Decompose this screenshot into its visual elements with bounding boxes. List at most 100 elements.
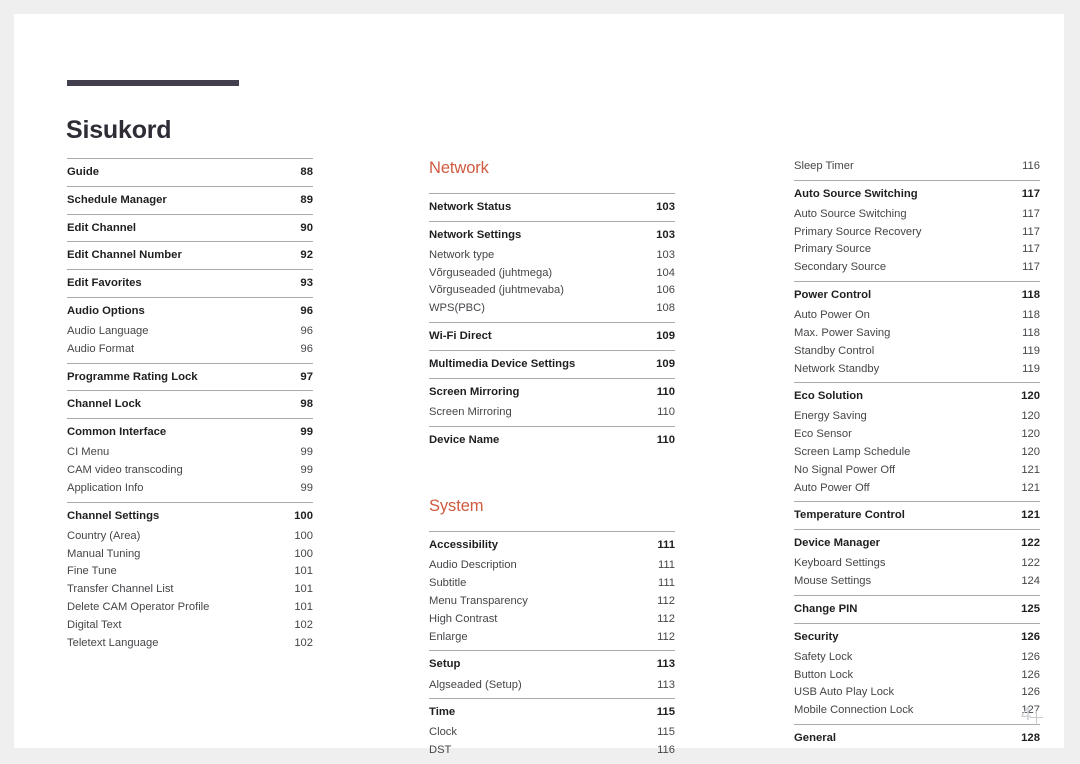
- toc-entry-label: WPS(PBC): [429, 302, 485, 315]
- toc-entry-page-number: 99: [300, 481, 313, 494]
- toc-section-row[interactable]: Edit Channel 90: [67, 215, 313, 242]
- toc-section-row[interactable]: Auto Source Switching 117: [794, 181, 1040, 206]
- toc-section-row[interactable]: Network Status 103: [429, 194, 675, 221]
- toc-subentry-row[interactable]: Audio Description 111: [429, 557, 675, 575]
- toc-subentry-row[interactable]: Võrguseaded (juhtmega) 104: [429, 265, 675, 283]
- toc-section-row[interactable]: Channel Lock 98: [67, 391, 313, 418]
- toc-group: Audio Options 96 Audio Language 96 Audio For…: [67, 296, 313, 363]
- toc-subentry-row[interactable]: CAM video transcoding 99: [67, 462, 313, 480]
- toc-entry-page-number: 103: [656, 228, 675, 241]
- toc-section-row[interactable]: Power Control 118: [794, 282, 1040, 307]
- toc-entry-page-number: 120: [1021, 410, 1040, 423]
- toc-subentry-row[interactable]: Auto Power Off 121: [794, 480, 1040, 502]
- toc-entry-label: Power Control: [794, 289, 872, 302]
- toc-entry-label: Screen Mirroring: [429, 385, 520, 398]
- toc-subentry-row[interactable]: No Signal Power Off 121: [794, 462, 1040, 480]
- toc-section-row[interactable]: Edit Favorites 93: [67, 270, 313, 297]
- toc-section-row[interactable]: Wi-Fi Direct 109: [429, 323, 675, 350]
- toc-group: Guide 88: [67, 158, 313, 186]
- toc-subentry-row[interactable]: CI Menu 99: [67, 444, 313, 462]
- toc-subentry-row[interactable]: Standby Control 119: [794, 343, 1040, 361]
- toc-section-row[interactable]: Common Interface 99: [67, 419, 313, 444]
- toc-subentry-row[interactable]: Manual Tuning 100: [67, 546, 313, 564]
- toc-subentry-row[interactable]: High Contrast 112: [429, 611, 675, 629]
- toc-group: Sleep Timer 116: [794, 158, 1040, 180]
- toc-subentry-row[interactable]: Menu Transparency 112: [429, 593, 675, 611]
- toc-entry-label: Accessibility: [429, 539, 499, 552]
- toc-section-row[interactable]: Schedule Manager 89: [67, 187, 313, 214]
- toc-subentry-row[interactable]: Screen Lamp Schedule 120: [794, 444, 1040, 462]
- toc-subentry-row[interactable]: Enlarge 112: [429, 629, 675, 651]
- toc-entry-label: Device Manager: [794, 537, 881, 550]
- toc-subentry-row[interactable]: USB Auto Play Lock 126: [794, 684, 1040, 702]
- toc-subentry-row[interactable]: Safety Lock 126: [794, 649, 1040, 667]
- toc-entry-page-number: 113: [657, 678, 675, 691]
- toc-subentry-row[interactable]: Country (Area) 100: [67, 528, 313, 546]
- toc-subentry-row[interactable]: Eco Sensor 120: [794, 426, 1040, 444]
- toc-subentry-row[interactable]: Sleep Timer 116: [794, 158, 1040, 180]
- toc-subentry-row[interactable]: Network Standby 119: [794, 361, 1040, 383]
- toc-entry-label: Auto Power Off: [794, 481, 870, 494]
- toc-section-row[interactable]: Temperature Control 121: [794, 502, 1040, 529]
- toc-entry-page-number: 119: [1022, 362, 1040, 375]
- toc-subentry-row[interactable]: Mouse Settings 124: [794, 573, 1040, 595]
- toc-subentry-row[interactable]: Auto Power On 118: [794, 307, 1040, 325]
- toc-subentry-row[interactable]: Audio Format 96: [67, 341, 313, 363]
- toc-subentry-row[interactable]: Keyboard Settings 122: [794, 555, 1040, 573]
- toc-entry-page-number: 112: [657, 595, 675, 608]
- toc-subentry-row[interactable]: Energy Saving 120: [794, 408, 1040, 426]
- toc-entry-page-number: 124: [1021, 575, 1040, 588]
- toc-entry-page-number: 122: [1021, 537, 1040, 550]
- toc-subentry-row[interactable]: Clock 115: [429, 724, 675, 742]
- toc-subentry-row[interactable]: Võrguseaded (juhtmevaba) 106: [429, 282, 675, 300]
- toc-subentry-row[interactable]: DST 116: [429, 742, 675, 764]
- toc-entry-label: Mouse Settings: [794, 575, 872, 588]
- toc-subentry-row[interactable]: Network type 103: [429, 247, 675, 265]
- toc-subentry-row[interactable]: Digital Text 102: [67, 617, 313, 635]
- toc-entry-label: Primary Source Recovery: [794, 225, 922, 238]
- toc-subentry-row[interactable]: Fine Tune 101: [67, 563, 313, 581]
- toc-subentry-row[interactable]: Teletext Language 102: [67, 635, 313, 657]
- toc-entry-label: Teletext Language: [67, 636, 159, 649]
- toc-subentry-row[interactable]: Max. Power Saving 118: [794, 325, 1040, 343]
- toc-subentry-row[interactable]: Button Lock 126: [794, 667, 1040, 685]
- toc-entry-page-number: 103: [656, 248, 675, 261]
- toc-subentry-row[interactable]: Mobile Connection Lock 127: [794, 702, 1040, 724]
- toc-subentry-row[interactable]: Primary Source 117: [794, 241, 1040, 259]
- toc-entry-page-number: 96: [300, 325, 313, 338]
- toc-section-row[interactable]: Eco Solution 120: [794, 383, 1040, 408]
- toc-subentry-row[interactable]: Delete CAM Operator Profile 101: [67, 599, 313, 617]
- toc-subentry-row[interactable]: Subtitle 111: [429, 575, 675, 593]
- toc-subentry-row[interactable]: Application Info 99: [67, 480, 313, 502]
- toc-subentry-row[interactable]: WPS(PBC) 108: [429, 300, 675, 322]
- toc-section-row[interactable]: Edit Channel Number 92: [67, 242, 313, 269]
- toc-section-row[interactable]: Channel Settings 100: [67, 503, 313, 528]
- toc-section-row[interactable]: General 128: [794, 725, 1040, 752]
- toc-section-row[interactable]: Device Manager 122: [794, 530, 1040, 555]
- toc-section-row[interactable]: Setup 113: [429, 651, 675, 676]
- toc-section-row[interactable]: Audio Options 96: [67, 298, 313, 323]
- toc-subentry-row[interactable]: Audio Language 96: [67, 323, 313, 341]
- toc-section-row[interactable]: Security 126: [794, 624, 1040, 649]
- toc-subentry-row[interactable]: Screen Mirroring 110: [429, 404, 675, 426]
- toc-subentry-row[interactable]: Auto Source Switching 117: [794, 206, 1040, 224]
- toc-subentry-row[interactable]: Algseaded (Setup) 113: [429, 677, 675, 699]
- toc-section-row[interactable]: Time 115: [429, 699, 675, 724]
- toc-subentry-row[interactable]: Transfer Channel List 101: [67, 581, 313, 599]
- toc-section-row[interactable]: Accessibility 111: [429, 532, 675, 557]
- toc-subentry-row[interactable]: Primary Source Recovery 117: [794, 224, 1040, 242]
- toc-entry-label: Wi-Fi Direct: [429, 330, 492, 343]
- toc-entry-page-number: 108: [656, 302, 675, 315]
- toc-entry-page-number: 120: [1021, 428, 1040, 441]
- toc-section-row[interactable]: Change PIN 125: [794, 596, 1040, 623]
- toc-subentry-row[interactable]: Secondary Source 117: [794, 259, 1040, 281]
- toc-section-row[interactable]: Programme Rating Lock 97: [67, 364, 313, 391]
- toc-section-row[interactable]: Guide 88: [67, 159, 313, 186]
- toc-entry-label: Võrguseaded (juhtmevaba): [429, 284, 564, 297]
- toc-section-row[interactable]: Screen Mirroring 110: [429, 379, 675, 404]
- toc-section-row[interactable]: Network Settings 103: [429, 222, 675, 247]
- toc-section-row[interactable]: Multimedia Device Settings 109: [429, 351, 675, 378]
- toc-entry-label: Clock: [429, 726, 457, 739]
- toc-section-row[interactable]: Device Name 110: [429, 427, 675, 454]
- toc-entry-label: Screen Mirroring: [429, 405, 512, 418]
